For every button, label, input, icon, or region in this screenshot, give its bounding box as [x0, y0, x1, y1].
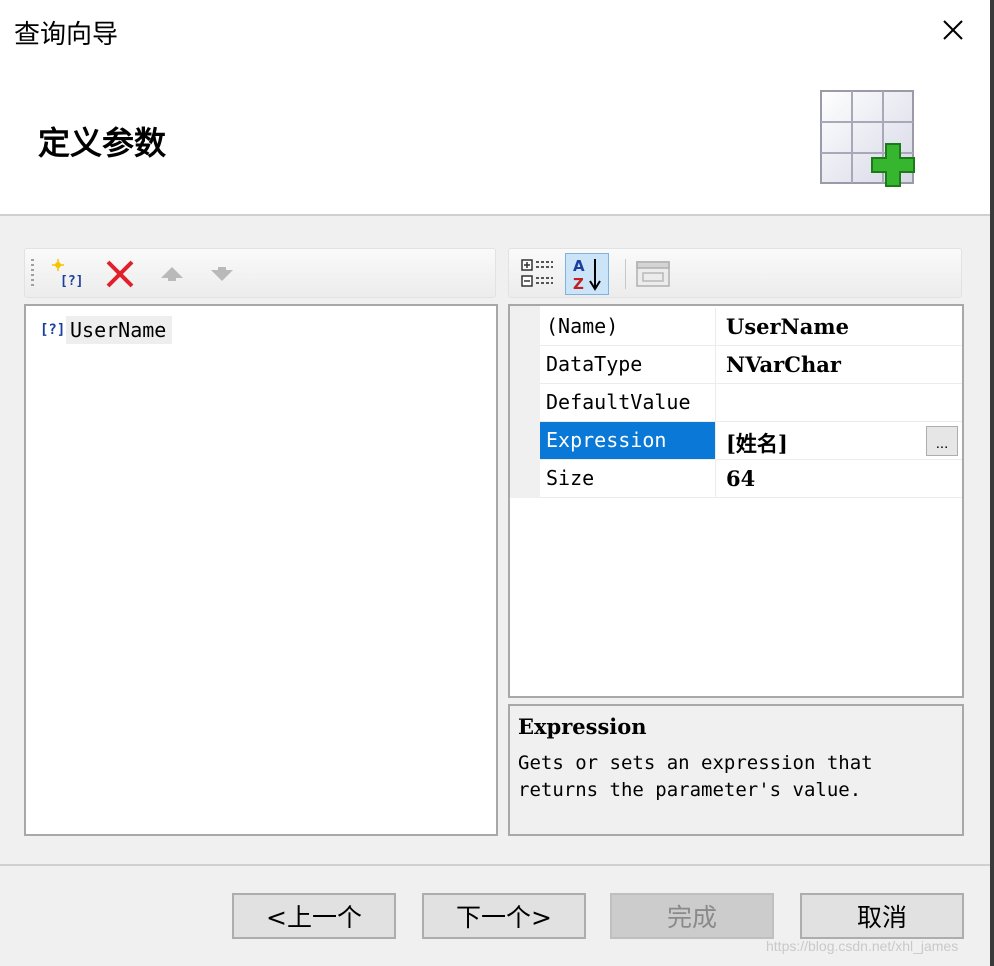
list-item[interactable]: [?] UserName	[40, 314, 173, 346]
close-icon	[943, 20, 963, 40]
add-parameter-button[interactable]: [?]	[49, 257, 83, 291]
property-value[interactable]	[718, 384, 962, 421]
property-grid-toolbar: A Z	[508, 248, 962, 298]
wizard-header: 定义参数	[0, 60, 990, 216]
property-value[interactable]: 64	[718, 460, 962, 497]
property-description: Expression Gets or sets an expression th…	[508, 704, 964, 836]
property-name[interactable]: (Name)	[540, 308, 716, 345]
query-wizard-window: 查询向导 定义参数 [? [?] UserName A Z (Name) Use…	[0, 0, 994, 966]
alphabetical-button[interactable]: A Z	[565, 253, 609, 295]
prev-button[interactable]: <上一个	[232, 893, 396, 939]
arrow-down-icon	[211, 267, 233, 281]
svg-text:[?]: [?]	[60, 274, 81, 289]
property-row-name[interactable]: (Name) UserName	[540, 308, 962, 346]
property-row-datatype[interactable]: DataType NVarChar	[540, 346, 962, 384]
svg-text:A: A	[573, 257, 585, 275]
footer-divider	[0, 864, 990, 866]
description-text: Gets or sets an expression that returns …	[518, 752, 873, 801]
next-button[interactable]: 下一个>	[422, 893, 586, 939]
toolbar-separator	[625, 259, 626, 289]
property-grid[interactable]: (Name) UserName DataType NVarChar Defaul…	[508, 304, 964, 698]
cancel-button[interactable]: 取消	[800, 893, 964, 939]
categorized-view-icon	[521, 259, 553, 287]
property-name[interactable]: Expression	[540, 422, 716, 459]
property-gutter	[510, 306, 540, 498]
window-edge	[990, 0, 994, 966]
description-title: Expression	[518, 714, 647, 739]
property-name[interactable]: Size	[540, 460, 716, 497]
property-pages-button[interactable]	[631, 253, 675, 295]
move-up-button[interactable]	[155, 257, 189, 291]
property-pages-icon	[636, 261, 670, 287]
property-value[interactable]: UserName	[718, 308, 962, 345]
categorized-button[interactable]	[515, 253, 559, 295]
watermark: https://blog.csdn.net/xhl_james	[766, 938, 959, 954]
property-row-size[interactable]: Size 64	[540, 460, 962, 498]
property-name[interactable]: DataType	[540, 346, 716, 383]
expression-editor-button[interactable]: ...	[926, 426, 958, 456]
close-button[interactable]	[930, 8, 976, 52]
new-parameter-icon: [?]	[52, 259, 81, 289]
move-down-button[interactable]	[205, 257, 239, 291]
page-title: 定义参数	[38, 124, 167, 162]
toolbar-grip[interactable]	[31, 259, 34, 287]
svg-text:Z: Z	[573, 275, 584, 293]
window-title: 查询向导	[14, 20, 119, 50]
delete-x-icon	[106, 260, 134, 288]
property-row-defaultvalue[interactable]: DefaultValue	[540, 384, 962, 422]
property-row-expression[interactable]: Expression [姓名] ...	[540, 422, 962, 460]
table-add-icon	[820, 90, 915, 187]
delete-parameter-button[interactable]	[103, 257, 137, 291]
parameter-label: UserName	[66, 316, 173, 344]
parameter-icon: [?]	[40, 322, 66, 338]
finish-button[interactable]: 完成	[610, 893, 774, 939]
property-name[interactable]: DefaultValue	[540, 384, 716, 421]
parameter-list[interactable]: [?] UserName	[24, 304, 498, 836]
title-bar: 查询向导	[0, 0, 990, 60]
sort-az-icon: A Z	[573, 257, 601, 293]
arrow-up-icon	[161, 267, 183, 281]
parameter-toolbar: [?]	[24, 248, 496, 298]
property-value[interactable]: NVarChar	[718, 346, 962, 383]
